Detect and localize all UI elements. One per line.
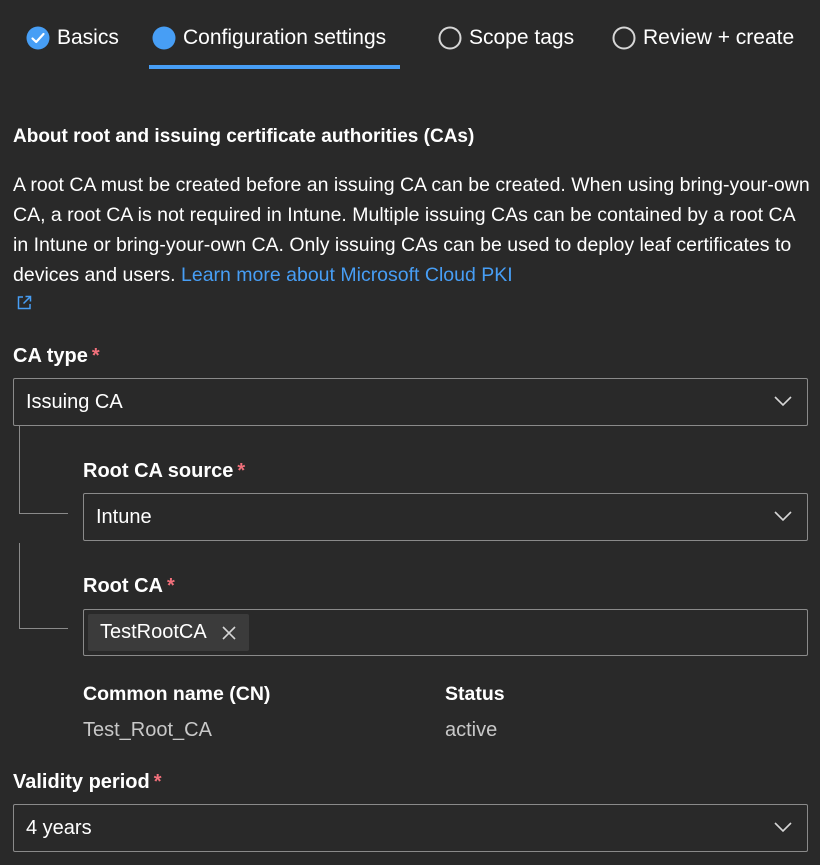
validity-period-value: 4 years <box>26 816 92 839</box>
tree-connector <box>19 543 20 629</box>
dismiss-icon[interactable] <box>221 625 237 641</box>
root-ca-label: Root CA * <box>83 575 175 597</box>
active-tab-indicator <box>149 65 400 69</box>
tree-connector <box>19 426 20 514</box>
filled-circle-icon <box>151 25 177 51</box>
common-name-header: Common name (CN) <box>83 683 271 705</box>
required-marker: * <box>237 460 246 482</box>
root-ca-picker[interactable]: TestRootCA <box>83 609 808 656</box>
section-description: A root CA must be created before an issu… <box>13 170 813 321</box>
tab-scope-tags-label: Scope tags <box>469 26 575 49</box>
checkmark-circle-icon <box>25 25 51 51</box>
root-ca-source-value: Intune <box>96 505 152 528</box>
root-ca-source-label: Root CA source * <box>83 460 246 482</box>
required-marker: * <box>91 345 100 367</box>
common-name-value: Test_Root_CA <box>83 719 212 741</box>
open-external-icon[interactable] <box>15 291 33 321</box>
status-value: active <box>445 719 498 741</box>
chevron-down-icon <box>773 817 793 843</box>
tab-review-create[interactable]: Review + create <box>611 18 794 58</box>
chevron-down-icon <box>773 506 793 532</box>
required-marker: * <box>153 771 162 793</box>
ca-type-value: Issuing CA <box>26 390 123 413</box>
chevron-down-icon <box>773 391 793 417</box>
tree-connector <box>19 628 68 629</box>
selected-root-ca-chip: TestRootCA <box>88 614 249 651</box>
tab-basics-label: Basics <box>57 26 119 49</box>
status-header: Status <box>445 683 505 705</box>
tab-configuration-settings-label: Configuration settings <box>183 26 387 49</box>
section-heading: About root and issuing certificate autho… <box>13 126 475 147</box>
tab-configuration-settings[interactable]: Configuration settings <box>151 18 386 58</box>
learn-more-link[interactable]: Learn more about Microsoft Cloud PKI <box>181 264 513 286</box>
ca-type-dropdown[interactable]: Issuing CA <box>13 378 808 426</box>
tab-review-create-label: Review + create <box>643 26 795 49</box>
empty-circle-icon <box>437 25 463 51</box>
ca-type-label: CA type * <box>13 345 100 367</box>
empty-circle-icon <box>611 25 637 51</box>
tab-scope-tags[interactable]: Scope tags <box>437 18 574 58</box>
root-ca-source-dropdown[interactable]: Intune <box>83 493 808 541</box>
chip-label: TestRootCA <box>100 621 207 643</box>
validity-period-label: Validity period * <box>13 771 162 793</box>
tab-basics[interactable]: Basics <box>25 18 119 58</box>
wizard-tabs: Basics Configuration settings Scope tags… <box>0 0 820 72</box>
validity-period-dropdown[interactable]: 4 years <box>13 804 808 852</box>
required-marker: * <box>166 575 175 597</box>
tree-connector <box>19 513 68 514</box>
